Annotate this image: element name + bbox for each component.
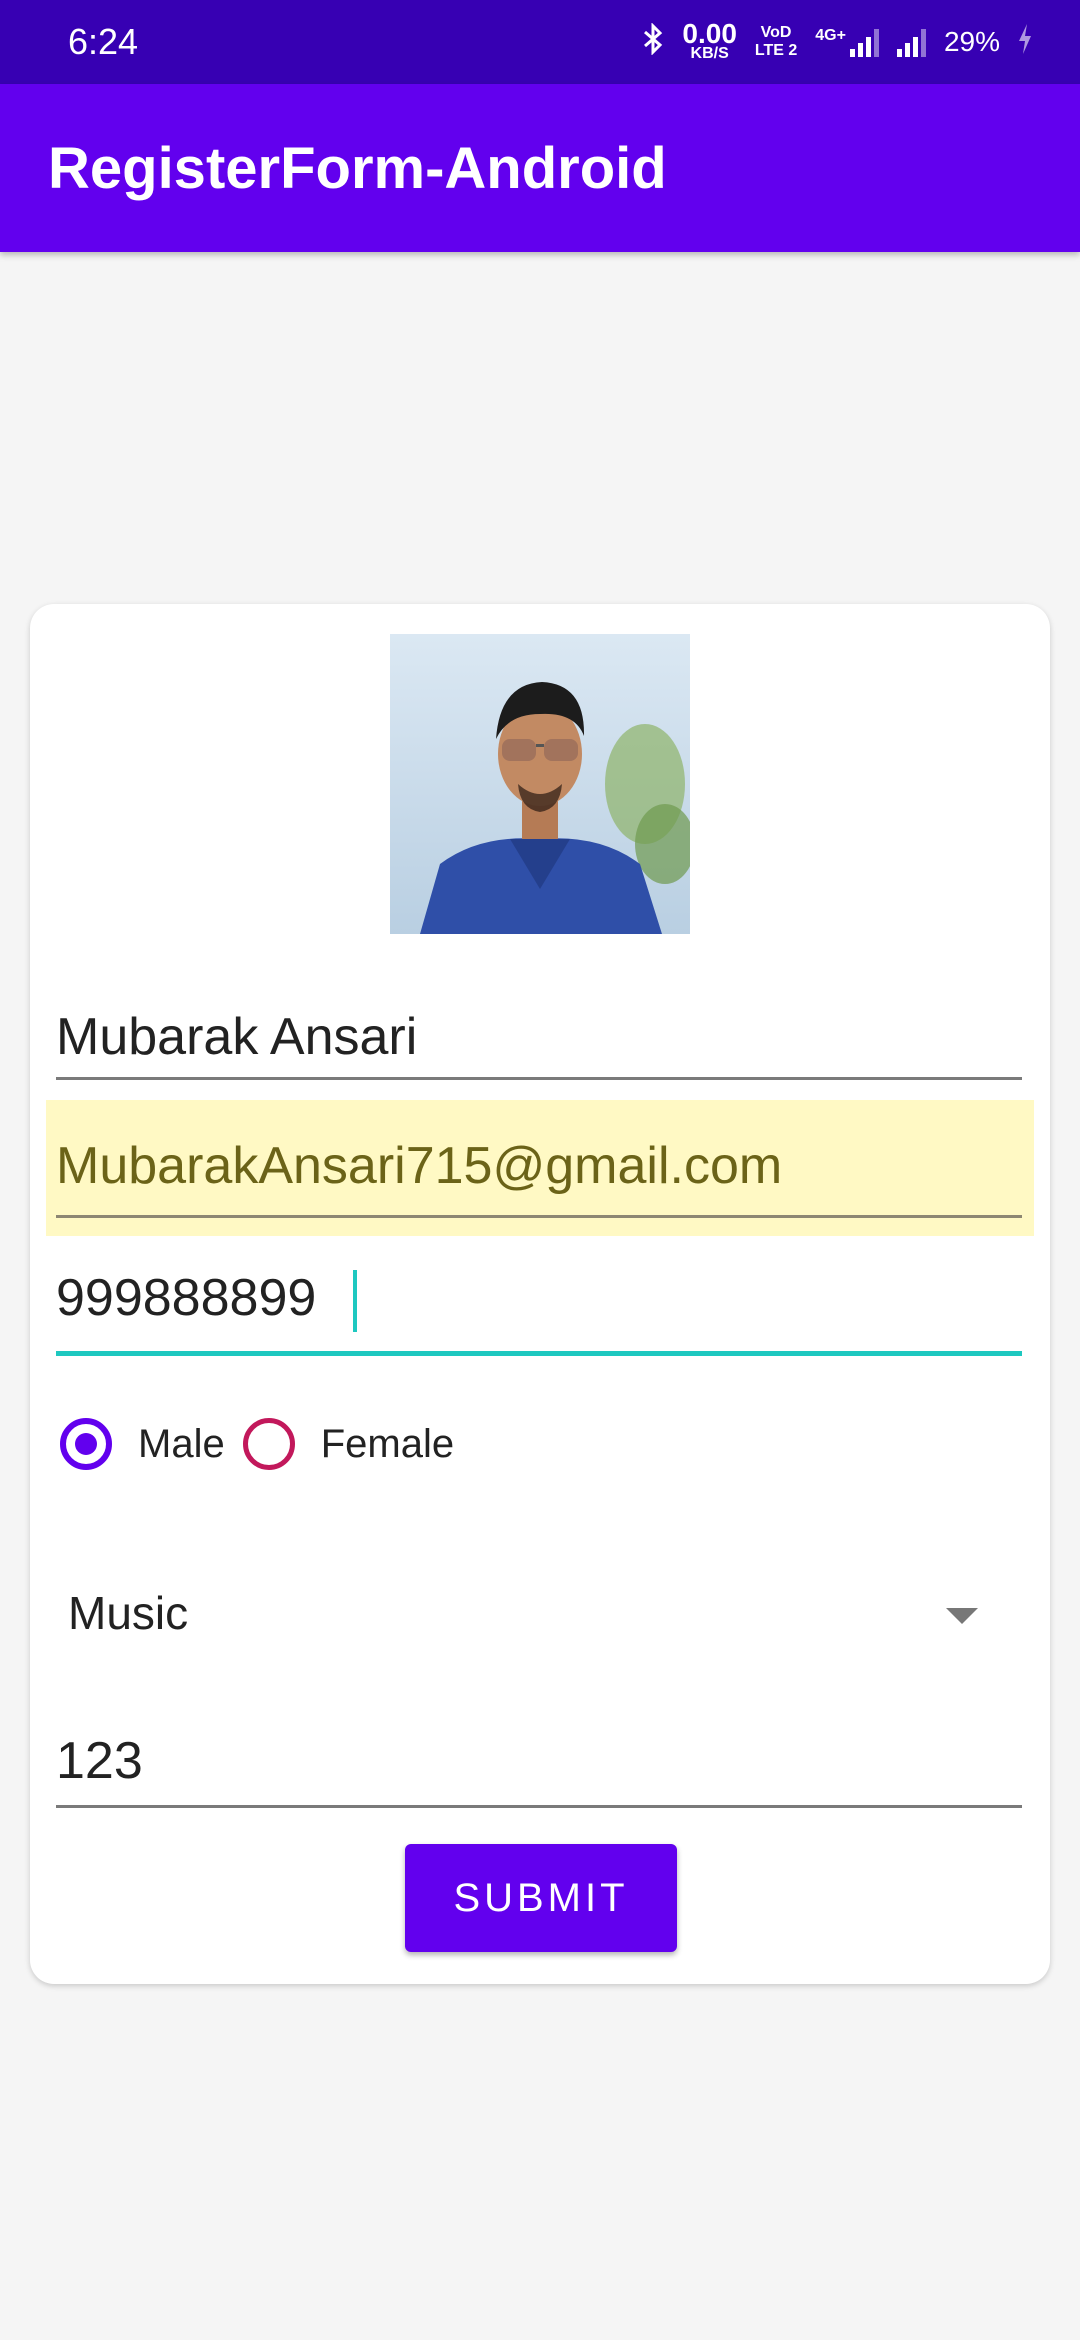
network-type: 4G+ (815, 27, 846, 44)
email-field[interactable] (56, 1114, 1022, 1218)
hobby-spinner[interactable]: Music (56, 1566, 1022, 1662)
status-time: 6:24 (68, 21, 139, 62)
network-speed-unit: KB/S (690, 45, 729, 62)
password-field[interactable] (56, 1708, 1022, 1808)
radio-female-label: Female (320, 1421, 455, 1466)
volte-icon: VoD LTE 2 (755, 24, 797, 60)
battery-level: 29% (943, 26, 1000, 57)
radio-female-button[interactable] (242, 1418, 295, 1470)
gender-radio-group: Male Female (60, 1412, 454, 1476)
signal-icon-sim2 (896, 27, 926, 57)
hobby-selected: Music (68, 1587, 189, 1639)
name-underline (56, 1077, 1022, 1080)
charging-icon (1018, 23, 1032, 61)
name-field[interactable] (56, 984, 1022, 1080)
volte-top: VoD (760, 24, 792, 41)
radio-male-label: Male (138, 1421, 225, 1466)
network-speed-value: 0.00 (682, 18, 737, 49)
phone-underline (56, 1351, 1022, 1356)
email-underline (56, 1215, 1022, 1218)
volte-bottom: LTE 2 (754, 42, 798, 59)
status-icons: 0.00 KB/S VoD LTE 2 4G+ 29% (642, 18, 1032, 66)
network-speed: 0.00 KB/S (682, 18, 737, 62)
password-input[interactable] (56, 1708, 1022, 1808)
phone-field[interactable] (56, 1240, 1022, 1356)
email-input[interactable] (56, 1114, 1022, 1218)
status-bar: 6:24 0.00 KB/S VoD LTE 2 4G+ 29% (0, 0, 1080, 84)
bluetooth-icon (642, 21, 664, 62)
radio-male[interactable]: Male (60, 1418, 225, 1470)
app-bar: RegisterForm-Android (0, 84, 1080, 252)
radio-male-button[interactable] (60, 1418, 112, 1470)
submit-button[interactable]: SUBMIT (405, 1844, 677, 1952)
register-form-card: Male Female Music SUBMIT (30, 604, 1050, 1984)
phone-input[interactable] (56, 1240, 1022, 1356)
text-cursor (353, 1270, 357, 1332)
signal-icon-sim1: 4G+ (815, 27, 879, 57)
app-title: RegisterForm-Android (48, 136, 667, 201)
profile-photo[interactable] (390, 634, 690, 934)
dropdown-arrow-icon (946, 1608, 978, 1624)
name-input[interactable] (56, 984, 1022, 1080)
profile-photo-image (390, 634, 690, 934)
radio-female[interactable]: Female (242, 1418, 455, 1470)
password-underline (56, 1805, 1022, 1808)
